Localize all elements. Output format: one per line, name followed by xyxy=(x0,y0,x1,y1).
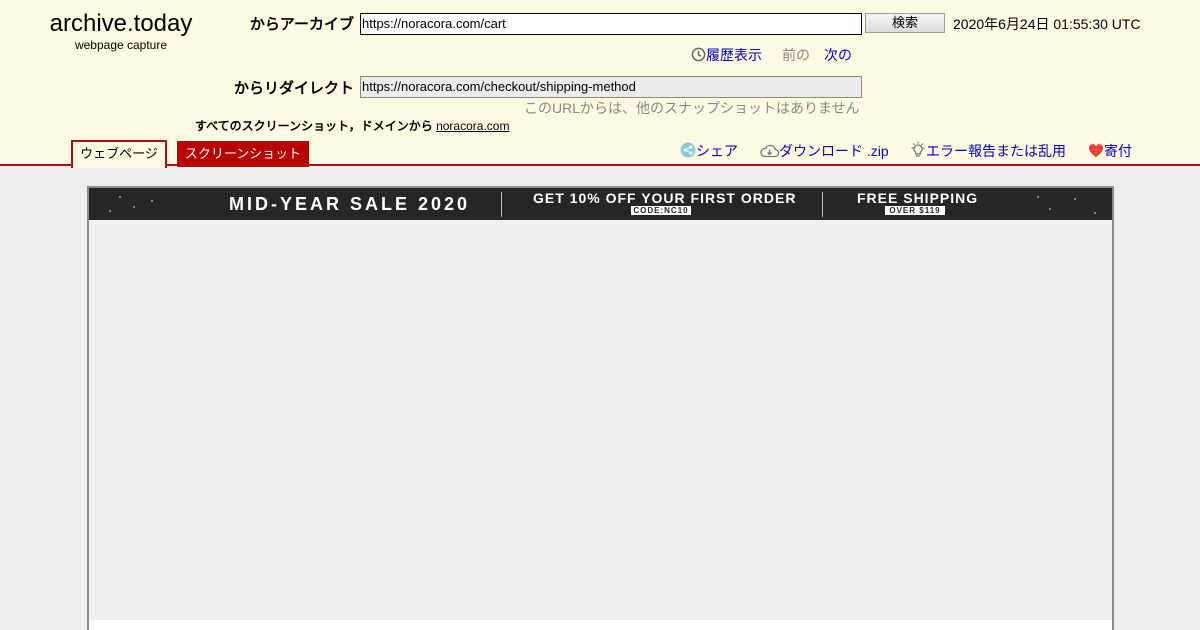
report-link[interactable]: エラー報告または乱用 xyxy=(910,141,1066,161)
page-content-area xyxy=(89,220,1112,620)
report-label[interactable]: エラー報告または乱用 xyxy=(926,143,1066,159)
cloud-download-icon xyxy=(760,144,780,161)
bulb-icon xyxy=(910,141,926,161)
all-screenshots-text: すべてのスクリーンショット，ドメインから xyxy=(195,119,433,133)
share-link[interactable]: シェア xyxy=(680,141,738,161)
logo-name[interactable]: archive.today xyxy=(20,10,222,38)
share-icon xyxy=(680,142,696,161)
no-snapshot-note: このURLからは、他のスナップショットはありません xyxy=(524,100,860,116)
tab-webpage[interactable]: ウェブページ xyxy=(71,140,167,168)
banner-shipping-badge: OVER $119 xyxy=(885,206,945,215)
capture-date: 2020年6月24日 01:55:30 UTC xyxy=(953,16,1141,32)
archive-header: archive.today webpage capture からアーカイブ ht… xyxy=(0,0,1200,168)
banner-code-badge: CODE:NC10 xyxy=(631,206,691,215)
history-link-label[interactable]: 履歴表示 xyxy=(706,47,762,63)
redirect-url-label: からリダイレクト xyxy=(233,80,354,97)
download-link[interactable]: ダウンロード .zip xyxy=(760,141,889,161)
banner-shipping-text: FREE SHIPPING xyxy=(857,190,979,206)
banner-sale-text: MID-YEAR SALE 2020 xyxy=(229,194,471,214)
domain-link[interactable]: noracora.com xyxy=(436,119,509,133)
sparkle xyxy=(1074,198,1076,200)
sparkle xyxy=(1049,208,1051,210)
banner-divider xyxy=(501,192,502,217)
sparkle xyxy=(151,200,153,202)
banner-offer-text: GET 10% OFF YOUR FIRST ORDER xyxy=(533,190,797,206)
tab-screenshot[interactable]: スクリーンショット xyxy=(177,141,309,167)
sparkle xyxy=(1094,212,1096,214)
next-link-label[interactable]: 次の xyxy=(824,47,852,63)
donate-link[interactable]: 寄付 xyxy=(1088,141,1132,161)
banner-divider xyxy=(822,192,823,217)
logo-subtitle: webpage capture xyxy=(74,38,168,52)
next-link[interactable]: 次の xyxy=(824,45,852,65)
promo-banner[interactable]: MID-YEAR SALE 2020 GET 10% OFF YOUR FIRS… xyxy=(89,188,1112,220)
archived-page-frame: MID-YEAR SALE 2020 GET 10% OFF YOUR FIRS… xyxy=(87,186,1114,630)
redirect-url-field[interactable]: https://noracora.com/checkout/shipping-m… xyxy=(360,76,862,98)
logo[interactable]: archive.today webpage capture xyxy=(20,10,222,52)
search-button[interactable]: 検索 xyxy=(865,13,945,33)
archive-url-input[interactable]: https://noracora.com/cart xyxy=(360,13,862,35)
sparkle xyxy=(133,206,135,208)
history-link[interactable]: 履歴表示 xyxy=(691,45,762,65)
archive-url-label: からアーカイブ xyxy=(249,16,354,33)
donate-label[interactable]: 寄付 xyxy=(1104,143,1132,159)
sparkle xyxy=(1037,196,1039,198)
prev-link: 前の xyxy=(782,47,810,63)
download-label[interactable]: ダウンロード .zip xyxy=(779,143,889,159)
sparkle xyxy=(119,196,121,198)
clock-icon xyxy=(691,47,706,65)
share-label[interactable]: シェア xyxy=(696,143,738,159)
all-screenshots-line: すべてのスクリーンショット，ドメインから noracora.com xyxy=(195,117,509,134)
sparkle xyxy=(109,210,111,212)
heart-icon xyxy=(1088,143,1104,161)
